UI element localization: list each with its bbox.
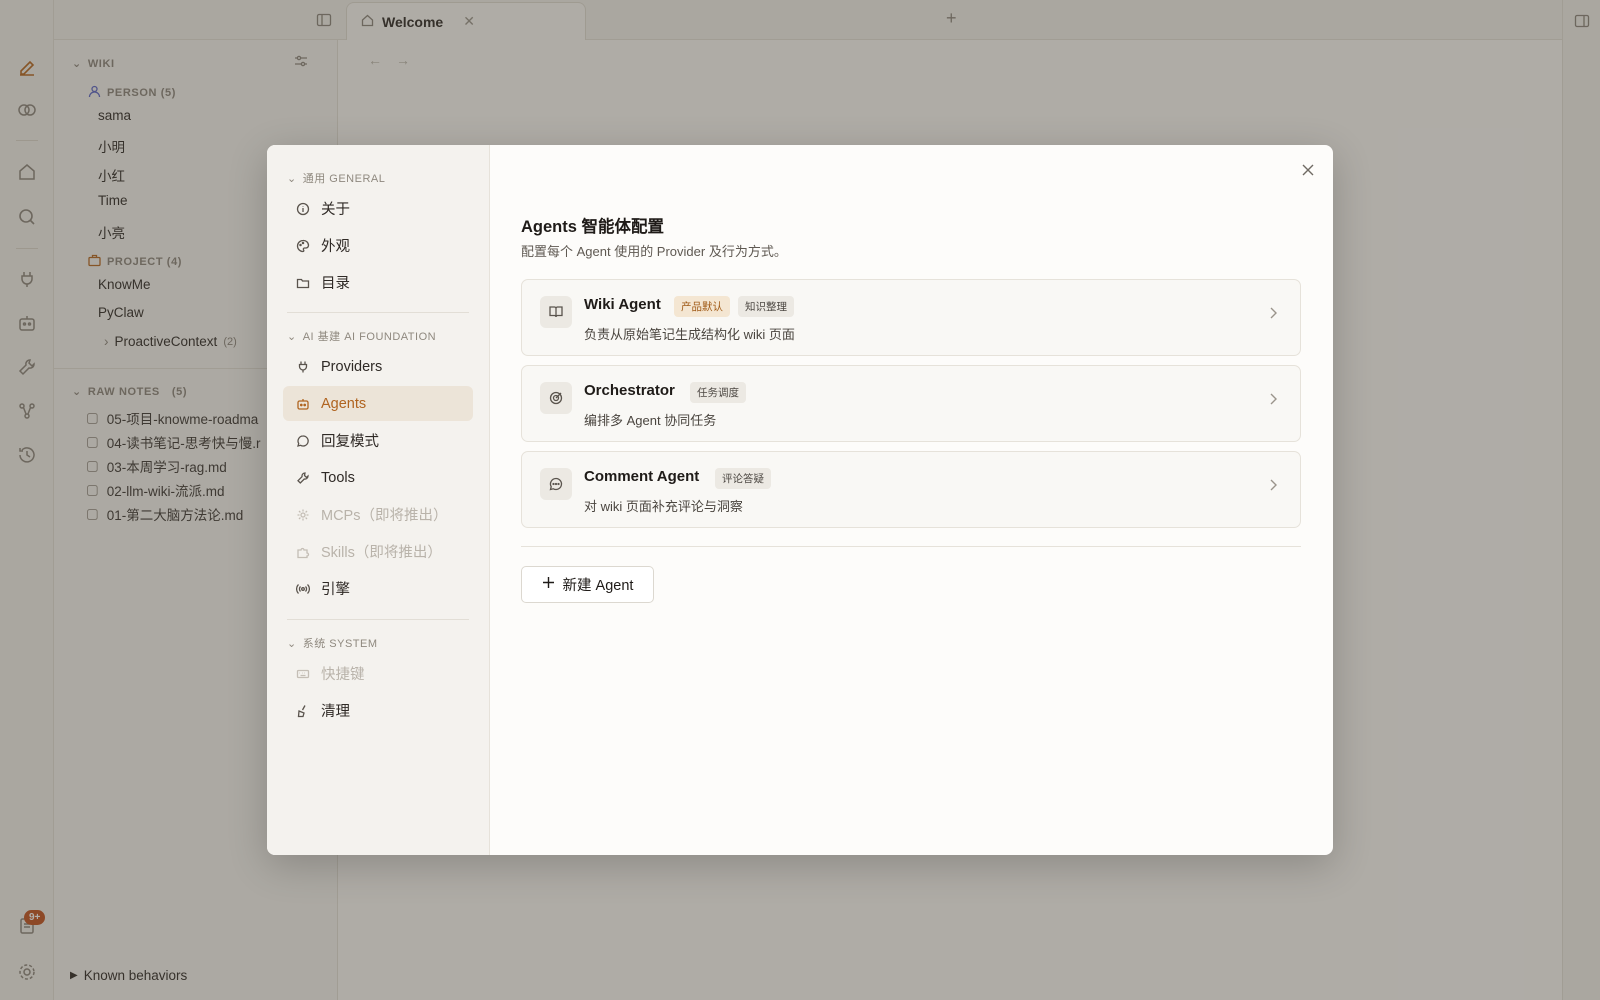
agent-name: Orchestrator — [584, 382, 675, 399]
chevron-right-icon — [1268, 392, 1278, 411]
agent-tags: 任务调度 — [690, 382, 746, 403]
tag-default: 产品默认 — [674, 296, 730, 317]
nav-item-tools[interactable]: Tools — [283, 460, 473, 495]
agent-name: Wiki Agent — [584, 296, 661, 313]
book-icon — [540, 296, 572, 328]
close-icon[interactable] — [1297, 159, 1319, 181]
nav-divider — [287, 619, 469, 620]
content-divider — [521, 546, 1301, 547]
plug-icon — [295, 359, 311, 375]
page-title: Agents 智能体配置 — [521, 218, 665, 236]
agent-description: 对 wiki 页面补充评论与洞察 — [584, 499, 743, 514]
nav-item-directory[interactable]: 目录 — [283, 265, 473, 300]
info-icon — [295, 201, 311, 217]
puzzle-icon — [295, 544, 311, 560]
nav-item-shortcuts: 快捷键 — [283, 656, 473, 691]
agent-tags: 产品默认 知识整理 — [674, 296, 794, 317]
chevron-right-icon — [1268, 478, 1278, 497]
keyboard-icon — [295, 666, 311, 682]
nav-group-general[interactable]: ⌄ 通用 GENERAL — [287, 170, 385, 186]
settings-dialog: ⌄ 通用 GENERAL 关于 外观 目录 ⌄ AI 基建 AI FOUNDAT… — [267, 145, 1333, 855]
chat-icon — [295, 433, 311, 449]
new-agent-button[interactable]: 新建 Agent — [521, 566, 654, 603]
agent-card-comment[interactable]: Comment Agent 评论答疑 对 wiki 页面补充评论与洞察 — [521, 451, 1301, 528]
nav-item-cleanup[interactable]: 清理 — [283, 693, 473, 728]
folder-icon — [295, 275, 311, 291]
nav-item-providers[interactable]: Providers — [283, 349, 473, 384]
wrench-icon — [295, 470, 311, 486]
agent-description: 负责从原始笔记生成结构化 wiki 页面 — [584, 327, 795, 342]
chevron-down-icon: ⌄ — [287, 330, 297, 343]
nav-group-ai[interactable]: ⌄ AI 基建 AI FOUNDATION — [287, 328, 436, 344]
tag-category: 任务调度 — [690, 382, 746, 403]
chevron-down-icon: ⌄ — [287, 172, 297, 185]
agent-card-orchestrator[interactable]: Orchestrator 任务调度 编排多 Agent 协同任务 — [521, 365, 1301, 442]
agent-description: 编排多 Agent 协同任务 — [584, 413, 717, 428]
broom-icon — [295, 703, 311, 719]
robot-icon — [295, 396, 311, 412]
page-subtitle: 配置每个 Agent 使用的 Provider 及行为方式。 — [521, 244, 787, 259]
agent-card-wiki[interactable]: Wiki Agent 产品默认 知识整理 负责从原始笔记生成结构化 wiki 页… — [521, 279, 1301, 356]
palette-icon — [295, 238, 311, 254]
nav-item-reply-mode[interactable]: 回复模式 — [283, 423, 473, 458]
sparkle-icon — [295, 507, 311, 523]
chevron-right-icon — [1268, 306, 1278, 325]
chevron-down-icon: ⌄ — [287, 637, 297, 650]
nav-item-agents[interactable]: Agents — [283, 386, 473, 421]
nav-item-about[interactable]: 关于 — [283, 191, 473, 226]
tag-category: 评论答疑 — [715, 468, 771, 489]
nav-group-system[interactable]: ⌄ 系统 SYSTEM — [287, 635, 378, 651]
nav-item-appearance[interactable]: 外观 — [283, 228, 473, 263]
broadcast-icon — [295, 581, 311, 597]
nav-item-skills: Skills（即将推出） — [283, 534, 473, 569]
plus-icon — [542, 576, 555, 593]
nav-item-mcps: MCPs（即将推出） — [283, 497, 473, 532]
tag-category: 知识整理 — [738, 296, 794, 317]
target-icon — [540, 382, 572, 414]
nav-item-engine[interactable]: 引擎 — [283, 571, 473, 606]
nav-divider — [287, 312, 469, 313]
agent-name: Comment Agent — [584, 468, 700, 485]
comment-icon — [540, 468, 572, 500]
settings-nav: ⌄ 通用 GENERAL 关于 外观 目录 ⌄ AI 基建 AI FOUNDAT… — [267, 145, 490, 855]
agent-tags: 评论答疑 — [715, 468, 771, 489]
